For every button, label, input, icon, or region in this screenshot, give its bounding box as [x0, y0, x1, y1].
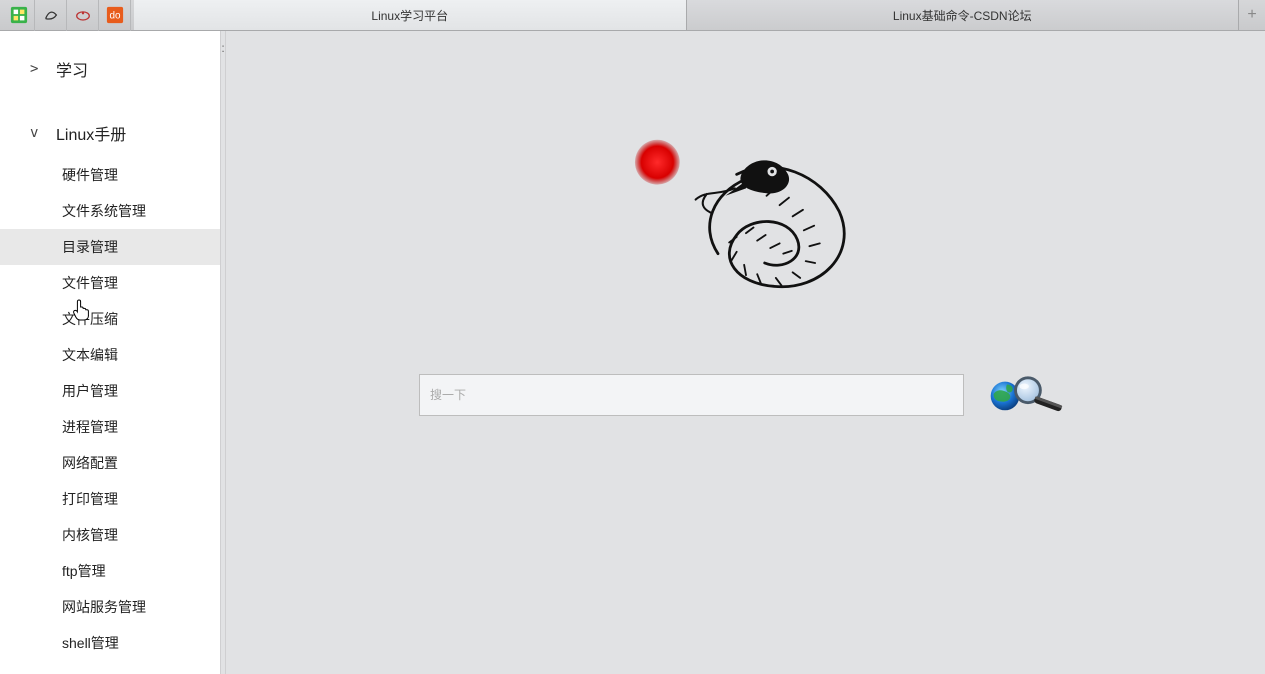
snake-logo: [586, 111, 906, 331]
search-input[interactable]: [419, 374, 964, 416]
sidebar-item-label: 内核管理: [62, 527, 118, 543]
tabbar-icon-1[interactable]: [3, 0, 35, 31]
sidebar-subitems: 硬件管理 文件系统管理 目录管理 文件管理 文件压缩 文本编辑 用户管理 进程管…: [0, 153, 220, 671]
tabbar-icon-row: do: [0, 0, 134, 30]
sidebar-item-shell[interactable]: shell管理: [0, 625, 220, 661]
tabbar-icon-2[interactable]: [35, 0, 67, 31]
sidebar-item-label: 打印管理: [62, 491, 118, 507]
tabbar-icon-do[interactable]: do: [99, 0, 131, 31]
chevron-down-icon: v: [30, 125, 44, 141]
sidebar-item-label: 文件系统管理: [62, 203, 146, 219]
sidebar-item-user[interactable]: 用户管理: [0, 373, 220, 409]
globe-magnifier-icon: [984, 373, 1070, 417]
tab-other[interactable]: Linux基础命令-CSDN论坛: [687, 0, 1240, 30]
search-button[interactable]: [982, 371, 1072, 419]
content-area: > 学习 v Linux手册 硬件管理 文件系统管理 目录管理 文件管理 文件压…: [0, 31, 1265, 674]
tabbar-icon-3[interactable]: [67, 0, 99, 31]
sidebar-item-label: 文件管理: [62, 275, 118, 291]
sidebar-item-label: 文件压缩: [62, 311, 118, 327]
new-tab-button[interactable]: +: [1239, 0, 1265, 30]
sidebar-item-directory[interactable]: 目录管理: [0, 229, 220, 265]
sidebar-item-process[interactable]: 进程管理: [0, 409, 220, 445]
sidebar-item-label: 文本编辑: [62, 347, 118, 363]
sidebar: > 学习 v Linux手册 硬件管理 文件系统管理 目录管理 文件管理 文件压…: [0, 31, 220, 674]
tab-active[interactable]: Linux学习平台: [134, 0, 687, 30]
sidebar-item-print[interactable]: 打印管理: [0, 481, 220, 517]
sidebar-item-ftp[interactable]: ftp管理: [0, 553, 220, 589]
sidebar-section-study[interactable]: > 学习: [0, 49, 220, 89]
sidebar-item-textedit[interactable]: 文本编辑: [0, 337, 220, 373]
sidebar-item-filesystem[interactable]: 文件系统管理: [0, 193, 220, 229]
sidebar-section-linux-manual[interactable]: v Linux手册: [0, 113, 220, 153]
sidebar-nav: > 学习 v Linux手册 硬件管理 文件系统管理 目录管理 文件管理 文件压…: [0, 31, 220, 674]
tab-other-title: Linux基础命令-CSDN论坛: [893, 7, 1032, 24]
sidebar-resize-handle[interactable]: [220, 31, 226, 674]
sidebar-item-compress[interactable]: 文件压缩: [0, 301, 220, 337]
sidebar-item-label: 网站服务管理: [62, 599, 146, 615]
sidebar-section-label: Linux手册: [56, 121, 126, 145]
sidebar-item-hardware[interactable]: 硬件管理: [0, 157, 220, 193]
sidebar-item-label: shell管理: [62, 635, 119, 651]
sidebar-item-label: 网络配置: [62, 455, 118, 471]
main-panel: [226, 31, 1265, 674]
sidebar-item-label: 用户管理: [62, 383, 118, 399]
sidebar-item-label: 硬件管理: [62, 167, 118, 183]
sidebar-item-kernel[interactable]: 内核管理: [0, 517, 220, 553]
sidebar-item-label: 目录管理: [62, 239, 118, 255]
sidebar-item-network[interactable]: 网络配置: [0, 445, 220, 481]
sidebar-item-label: 进程管理: [62, 419, 118, 435]
sidebar-section-label: 学习: [56, 57, 88, 81]
chevron-right-icon: >: [30, 61, 44, 77]
browser-tabbar: do Linux学习平台 Linux基础命令-CSDN论坛 +: [0, 0, 1265, 31]
tab-active-title: Linux学习平台: [371, 7, 448, 24]
sidebar-item-webserver[interactable]: 网站服务管理: [0, 589, 220, 625]
sidebar-item-label: ftp管理: [62, 563, 106, 579]
search-row: [419, 371, 1072, 419]
sidebar-item-file[interactable]: 文件管理: [0, 265, 220, 301]
svg-text:do: do: [109, 11, 120, 22]
